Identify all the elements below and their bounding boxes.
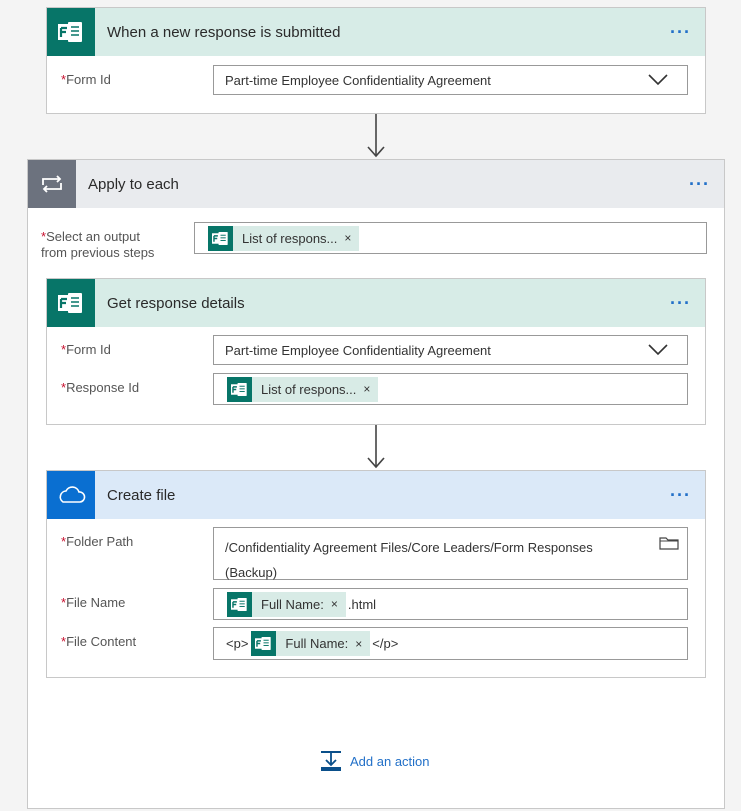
trigger-more-button[interactable]: ··· bbox=[670, 23, 691, 41]
create-file-header[interactable]: Create file ··· bbox=[47, 471, 705, 519]
forms-icon bbox=[251, 631, 277, 656]
loop-icon bbox=[28, 160, 76, 208]
onedrive-cloud-icon bbox=[47, 471, 95, 519]
folder-path-field[interactable]: /Confidentiality Agreement Files/Core Le… bbox=[213, 527, 688, 580]
details-form-id-select[interactable]: Part-time Employee Confidentiality Agree… bbox=[213, 335, 688, 365]
dynamic-content-token[interactable]: List of respons... × bbox=[227, 376, 379, 402]
file-name-field[interactable]: Full Name: × .html bbox=[213, 588, 688, 620]
trigger-form-id-label: *Form Id bbox=[61, 72, 111, 87]
forms-icon bbox=[227, 591, 252, 617]
folder-path-label: *Folder Path bbox=[61, 534, 134, 549]
details-form-id-label: *Form Id bbox=[61, 342, 111, 357]
get-details-title: Get response details bbox=[107, 294, 245, 312]
response-id-label: *Response Id bbox=[61, 380, 140, 395]
file-content-suffix: </p> bbox=[372, 636, 399, 651]
dynamic-content-token[interactable]: Full Name: × bbox=[251, 631, 371, 656]
trigger-header[interactable]: When a new response is submitted ··· bbox=[47, 8, 705, 56]
get-details-more-button[interactable]: ··· bbox=[670, 294, 691, 312]
select-output-field[interactable]: List of respons... × bbox=[194, 222, 707, 254]
response-id-field[interactable]: List of respons... × bbox=[213, 373, 688, 405]
file-content-prefix: <p> bbox=[226, 636, 249, 651]
forms-icon bbox=[227, 376, 252, 402]
add-action-icon bbox=[321, 751, 341, 771]
add-action-label: Add an action bbox=[350, 753, 430, 769]
remove-token-button[interactable]: × bbox=[331, 597, 346, 611]
create-file-title: Create file bbox=[107, 486, 176, 504]
file-name-label: *File Name bbox=[61, 595, 126, 610]
chevron-down-icon bbox=[648, 74, 668, 86]
file-content-field[interactable]: <p> Full Name: × </p> bbox=[213, 627, 688, 660]
file-name-suffix: .html bbox=[347, 596, 377, 612]
folder-icon[interactable] bbox=[659, 535, 679, 551]
select-output-label: *Select an output from previous steps bbox=[41, 229, 155, 260]
get-details-header[interactable]: Get response details ··· bbox=[47, 279, 705, 327]
remove-token-button[interactable]: × bbox=[363, 382, 378, 396]
apply-each-title: Apply to each bbox=[88, 175, 179, 193]
chevron-down-icon bbox=[648, 344, 668, 356]
dynamic-content-token[interactable]: Full Name: × bbox=[227, 591, 346, 617]
forms-icon bbox=[208, 225, 233, 251]
flow-arrow-icon bbox=[367, 114, 385, 158]
remove-token-button[interactable]: × bbox=[344, 231, 359, 245]
remove-token-button[interactable]: × bbox=[355, 637, 370, 651]
add-action-button[interactable]: Add an action bbox=[320, 750, 430, 772]
trigger-card[interactable]: When a new response is submitted ··· bbox=[46, 7, 706, 114]
file-content-label: *File Content bbox=[61, 634, 137, 649]
trigger-form-id-select[interactable]: Part-time Employee Confidentiality Agree… bbox=[213, 65, 688, 95]
flow-arrow-icon bbox=[367, 425, 385, 469]
forms-icon bbox=[47, 8, 95, 56]
dynamic-content-token[interactable]: List of respons... × bbox=[208, 225, 360, 251]
trigger-title: When a new response is submitted bbox=[107, 23, 341, 41]
create-file-more-button[interactable]: ··· bbox=[670, 486, 691, 504]
forms-icon bbox=[47, 279, 95, 327]
apply-each-more-button[interactable]: ··· bbox=[689, 175, 710, 193]
apply-each-header[interactable]: Apply to each ··· bbox=[28, 160, 724, 208]
